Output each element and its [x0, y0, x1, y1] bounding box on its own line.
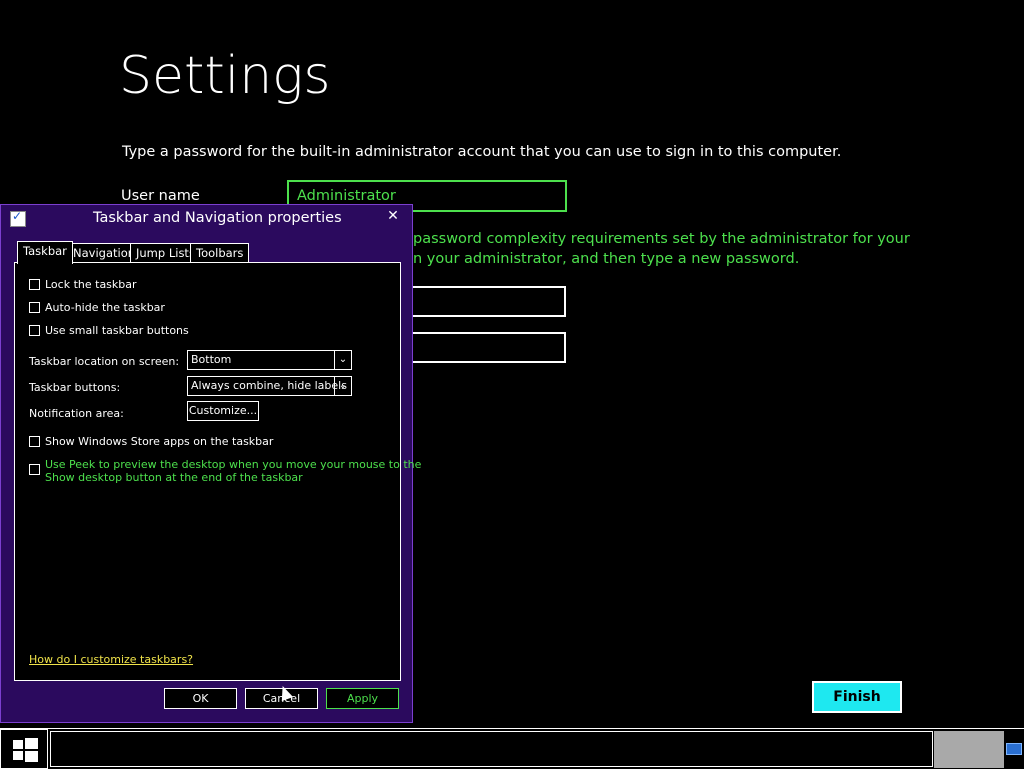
taskbar [0, 728, 1024, 769]
taskbar-location-value: Bottom [191, 353, 232, 366]
taskbar-location-label: Taskbar location on screen: [29, 355, 180, 368]
error-message-line1: password complexity requirements set by … [413, 231, 910, 247]
taskbar-apps-area[interactable] [50, 731, 933, 767]
chevron-down-icon[interactable]: ⌄ [334, 351, 351, 369]
autohide-taskbar-label: Auto-hide the taskbar [45, 301, 165, 314]
close-icon[interactable]: ✕ [376, 206, 410, 226]
app-icon [10, 209, 26, 227]
lock-taskbar-label: Lock the taskbar [45, 278, 137, 291]
chevron-down-icon[interactable]: ⌄ [334, 377, 351, 395]
tab-taskbar[interactable]: Taskbar [17, 241, 73, 264]
taskbar-buttons-value: Always combine, hide labels [191, 379, 347, 392]
tab-toolbars[interactable]: Toolbars [190, 243, 250, 263]
page-title: Settings [119, 46, 331, 106]
error-message-line2: n your administrator, and then type a ne… [413, 251, 800, 267]
finish-button[interactable]: Finish [812, 681, 902, 713]
tab-panel-taskbar: Lock the taskbar Auto-hide the taskbar U… [14, 262, 421, 681]
store-apps-label: Show Windows Store apps on the taskbar [45, 435, 274, 448]
lock-taskbar-checkbox[interactable] [29, 279, 40, 290]
apply-button[interactable]: Apply [326, 688, 399, 709]
peek-label-line1: Use Peek to preview the desktop when you… [45, 458, 422, 471]
password-field[interactable] [410, 286, 566, 317]
store-apps-checkbox[interactable] [29, 436, 40, 447]
taskbar-buttons-select[interactable]: Always combine, hide labels ⌄ [187, 376, 352, 396]
taskbar-properties-dialog: Taskbar and Navigation properties ✕ Task… [0, 204, 421, 723]
show-desktop-icon[interactable] [1006, 743, 1022, 755]
autohide-taskbar-checkbox[interactable] [29, 302, 40, 313]
settings-description: Type a password for the built-in adminis… [122, 144, 842, 160]
dialog-titlebar[interactable]: Taskbar and Navigation properties ✕ [1, 205, 412, 233]
ok-button[interactable]: OK [164, 688, 237, 709]
notification-tray[interactable] [934, 731, 1004, 768]
start-button[interactable] [0, 729, 48, 769]
dialog-title: Taskbar and Navigation properties [93, 210, 342, 226]
peek-checkbox[interactable] [29, 464, 40, 475]
notification-area-label: Notification area: [29, 407, 124, 420]
taskbar-location-select[interactable]: Bottom ⌄ [187, 350, 352, 370]
small-buttons-checkbox[interactable] [29, 325, 40, 336]
peek-label-line2: Show desktop button at the end of the ta… [45, 471, 303, 484]
taskbar-buttons-label: Taskbar buttons: [29, 381, 121, 394]
help-link[interactable]: How do I customize taskbars? [29, 653, 193, 666]
customize-button[interactable]: Customize... [187, 401, 259, 421]
reenter-password-field[interactable] [410, 332, 566, 363]
username-label: User name [121, 188, 200, 204]
small-buttons-label: Use small taskbar buttons [45, 324, 189, 337]
